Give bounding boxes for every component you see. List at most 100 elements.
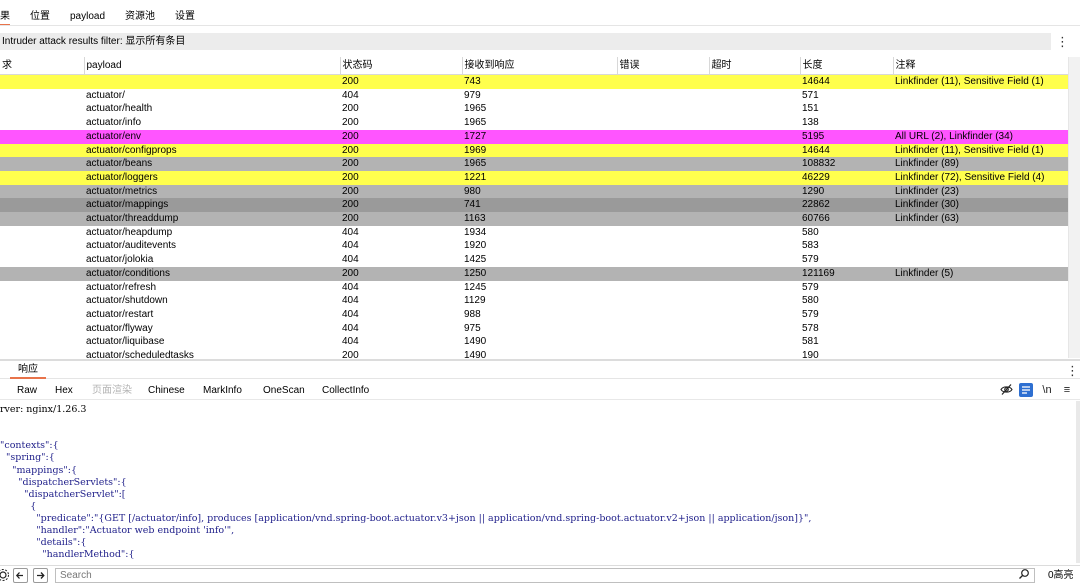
cell-payload: actuator/beans <box>86 158 153 170</box>
cell-comment <box>893 116 1068 130</box>
table-row[interactable]: 200 743 14644 Linkfinder (11), Sensitive Fi… <box>0 74 1068 89</box>
tab-hex[interactable]: Hex <box>55 384 73 398</box>
table-row[interactable]: actuator/liquibase 404 1490 581 <box>0 335 1068 350</box>
eye-off-icon[interactable] <box>999 383 1013 397</box>
cell-request <box>0 253 84 267</box>
cell-error <box>617 253 709 267</box>
search-input[interactable] <box>55 568 1035 583</box>
cell-error <box>617 239 709 253</box>
cell-length: 14644 <box>802 144 830 156</box>
cell-received: 1425 <box>464 254 487 266</box>
cell-received: 741 <box>464 199 481 211</box>
panel-splitter[interactable] <box>0 359 1080 361</box>
tab-raw[interactable]: Raw <box>17 384 37 398</box>
tab-onescan[interactable]: OneScan <box>263 384 305 398</box>
column-header-request[interactable]: 求 <box>0 57 85 75</box>
tab-markinfo[interactable]: MarkInfo <box>203 384 242 398</box>
cell-timeout <box>709 89 800 103</box>
cell-timeout <box>709 349 800 358</box>
results-filter-bar[interactable]: Intruder attack results filter: 显示所有条目 <box>0 33 1051 50</box>
cell-comment: Linkfinder (5) <box>895 267 954 279</box>
cell-status: 200 <box>342 171 359 183</box>
cell-payload: actuator/shutdown <box>86 295 168 307</box>
filter-more-icon[interactable]: ⋮ <box>1056 35 1069 48</box>
table-row[interactable]: actuator/flyway 404 975 578 <box>0 321 1068 336</box>
column-header-error[interactable]: 错误 <box>617 57 710 75</box>
cell-comment <box>893 239 1068 253</box>
search-icon <box>1017 568 1031 582</box>
cell-timeout <box>709 185 800 199</box>
cell-timeout <box>709 171 800 185</box>
table-row[interactable]: actuator/scheduledtasks 200 1490 190 <box>0 349 1068 358</box>
table-row[interactable]: actuator/heapdump 404 1934 580 <box>0 225 1068 240</box>
cell-comment: Linkfinder (63) <box>895 213 959 225</box>
table-row[interactable]: actuator/configprops 200 1969 14644 Linkfind… <box>0 143 1068 158</box>
table-scrollbar[interactable] <box>1068 57 1080 358</box>
tab-resource-pool[interactable]: 资源池 <box>125 8 155 26</box>
table-row[interactable]: actuator/metrics 200 980 1290 Linkfinder (23… <box>0 184 1068 199</box>
tab-response[interactable]: 响应 <box>10 362 46 379</box>
table-row[interactable]: actuator/mappings 200 741 22862 Linkfinder (… <box>0 198 1068 213</box>
table-row[interactable]: actuator/404 979 571 <box>0 88 1068 103</box>
table-row[interactable]: actuator/beans 200 1965 108832 Linkfinder (8… <box>0 157 1068 171</box>
cell-payload: actuator/refresh <box>86 281 157 293</box>
tab-results[interactable]: 果 <box>0 8 10 26</box>
table-row[interactable]: actuator/restart 404 988 579 <box>0 307 1068 322</box>
newline-icon[interactable]: \n <box>1040 383 1054 397</box>
column-header-status[interactable]: 状态码 <box>340 57 463 75</box>
response-more-icon[interactable]: ⋮ <box>1066 364 1079 377</box>
cell-error <box>617 335 709 349</box>
table-row[interactable]: actuator/shutdown 404 1129 580 <box>0 294 1068 308</box>
tab-positions[interactable]: 位置 <box>30 8 50 26</box>
response-scrollbar[interactable] <box>1076 401 1080 563</box>
cell-received: 975 <box>464 322 481 334</box>
tab-payload[interactable]: payload <box>70 8 105 26</box>
table-row[interactable]: actuator/refresh 404 1245 579 <box>0 280 1068 295</box>
cell-error <box>617 130 709 144</box>
table-row[interactable]: actuator/health 200 1965 151 <box>0 102 1068 117</box>
tab-settings[interactable]: 设置 <box>175 8 195 26</box>
cell-length: 579 <box>802 254 819 266</box>
table-row[interactable]: actuator/loggers 200 1221 46229 Linkfinder (… <box>0 170 1068 185</box>
table-row[interactable]: actuator/auditevents 404 1920 583 <box>0 239 1068 254</box>
cell-payload: actuator/liquibase <box>86 336 165 348</box>
previous-match-button[interactable] <box>13 568 28 583</box>
response-body[interactable]: rver: nginx/1.26.3 "contexts":{ "spring":… <box>0 401 1078 563</box>
cell-error <box>617 349 709 358</box>
wrap-lines-icon[interactable] <box>1019 383 1033 397</box>
table-row[interactable]: actuator/env 200 1727 5195 All URL (2), Link… <box>0 129 1068 144</box>
column-header-timeout[interactable]: 超时 <box>709 57 801 75</box>
cell-error <box>617 308 709 322</box>
table-row[interactable]: actuator/jolokia 404 1425 579 <box>0 253 1068 267</box>
menu-icon[interactable]: ≡ <box>1060 383 1074 397</box>
table-row[interactable]: actuator/info 200 1965 138 <box>0 116 1068 130</box>
cell-timeout <box>709 212 800 226</box>
cell-length: 46229 <box>802 171 830 183</box>
column-header-received[interactable]: 接收到响应 <box>462 57 618 75</box>
table-row[interactable]: actuator/conditions 200 1250 121169 Linkfind… <box>0 266 1068 281</box>
cell-payload: actuator/jolokia <box>86 254 154 266</box>
table-row[interactable]: actuator/threaddump 200 1163 60766 Linkfinde… <box>0 212 1068 226</box>
cell-length: 5195 <box>802 130 825 142</box>
cell-timeout <box>709 226 800 240</box>
gear-icon[interactable] <box>0 568 10 582</box>
cell-payload: actuator/mappings <box>86 199 169 211</box>
column-header-length[interactable]: 长度 <box>800 57 894 75</box>
response-header: 响应 <box>0 362 1080 379</box>
cell-timeout <box>709 102 800 116</box>
column-header-payload[interactable]: payload <box>84 57 341 75</box>
code-line: "dispatcherServlets":{ <box>0 476 127 488</box>
cell-request <box>0 212 84 226</box>
cell-request <box>0 267 84 281</box>
response-view-tabs: Raw Hex 页面渲染 Chinese MarkInfo OneScan Co… <box>0 381 1080 400</box>
tab-collectinfo[interactable]: CollectInfo <box>322 384 369 398</box>
cell-request <box>0 335 84 349</box>
tab-render[interactable]: 页面渲染 <box>92 384 132 398</box>
cell-received: 1490 <box>464 350 487 358</box>
results-table-body: 200 743 14644 Linkfinder (11), Sensitive Fi… <box>0 74 1068 358</box>
column-header-comment[interactable]: 注释 <box>893 57 1068 75</box>
tab-chinese[interactable]: Chinese <box>148 384 185 398</box>
next-match-button[interactable] <box>33 568 48 583</box>
cell-received: 1965 <box>464 103 487 115</box>
cell-payload: actuator/env <box>86 130 142 142</box>
